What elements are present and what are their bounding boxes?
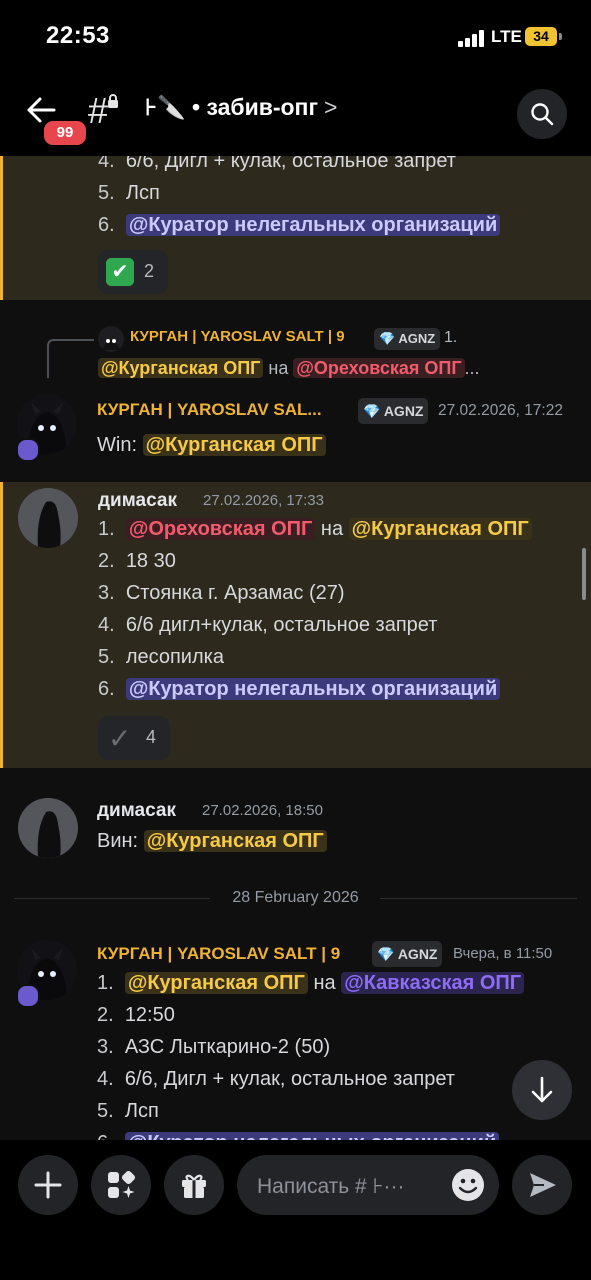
lock-icon	[107, 94, 119, 111]
reaction-count: 4	[146, 727, 157, 747]
reply-avatar	[98, 326, 124, 352]
list-item: 1. @Ореховская ОПГ на @Курганская ОПГ	[98, 518, 532, 541]
list-item: 3. Стоянка г. Арзамас (27)	[98, 582, 345, 604]
avatar-decoration-icon	[16, 438, 40, 462]
message-author[interactable]: КУРГАН | YAROSLAV SAL...	[97, 400, 322, 420]
role-mention[interactable]: @Ореховская ОПГ	[125, 518, 316, 540]
message-content: Вин: @Курганская ОПГ	[97, 830, 327, 853]
list-item: 6. @Куратор нелегальных организаций	[98, 214, 501, 237]
message-timestamp: 27.02.2026, 17:22	[438, 402, 563, 419]
signal-icon	[458, 30, 486, 47]
battery-tip	[559, 33, 562, 40]
role-badge: 💎 AGNZ	[374, 328, 441, 350]
list-item: 5. Лсп	[98, 182, 160, 204]
network-label: LTE	[491, 27, 522, 46]
message-timestamp: 27.02.2026, 18:50	[202, 802, 323, 819]
avatar[interactable]	[18, 798, 78, 858]
gift-button[interactable]	[164, 1155, 224, 1215]
role-mention[interactable]: @Курганская ОПГ	[143, 830, 327, 852]
role-mention[interactable]: @Курганская ОПГ	[348, 518, 532, 540]
list-item: 2. 12:50	[97, 1004, 175, 1026]
message[interactable]: КУРГАН | YAROSLAV SALT | 9 💎 AGNZ 1. @Ку…	[0, 320, 591, 470]
channel-header: 99 # ⊦🔪 • забив-опг >	[0, 76, 591, 156]
reply-preview[interactable]: @Курганская ОПГ на @Ореховская ОПГ...	[98, 358, 480, 379]
apps-button[interactable]	[91, 1155, 151, 1215]
list-item: 5. Лсп	[97, 1100, 159, 1122]
message-highlighted[interactable]: димасак 27.02.2026, 17:33 1. @Ореховская…	[0, 482, 591, 768]
reply-preview-start: 1.	[444, 329, 458, 346]
plus-icon	[34, 1171, 62, 1199]
message-composer: Написать # ⊦···	[0, 1140, 591, 1280]
checkmark-emoji-icon: ✔	[106, 258, 134, 286]
role-mention[interactable]: @Курганская ОПГ	[124, 972, 308, 994]
status-bar: 22:53 LTE 34	[0, 0, 591, 76]
chevron-right-icon: >	[324, 94, 338, 120]
list-item: 4. 6/6 дигл+кулак, остальное запрет	[98, 614, 438, 636]
reaction-count: 2	[144, 261, 155, 281]
date-divider-line	[380, 898, 577, 899]
checkmark-icon: ✓	[108, 723, 132, 754]
search-icon	[531, 103, 554, 126]
list-item: 4. 6/6, Дигл + кулак, остальное запрет	[97, 1068, 455, 1090]
message-input-placeholder: Написать # ⊦···	[257, 1175, 405, 1198]
role-mention[interactable]: @Курганская ОПГ	[142, 434, 326, 456]
channel-name: ⊦🔪 • забив-опг	[145, 94, 319, 120]
avatar[interactable]	[18, 488, 78, 548]
role-badge: 💎 AGNZ	[358, 398, 429, 424]
reaction-checkmark[interactable]: ✔ 2	[98, 250, 168, 294]
avatar-decoration-icon	[16, 984, 40, 1008]
list-item: 4. 6/6, Дигл + кулак, остальное запрет	[98, 156, 456, 172]
unread-badge: 99	[41, 118, 89, 148]
list-item: 3. АЗС Лыткарино-2 (50)	[97, 1036, 331, 1058]
battery-icon: 34	[525, 27, 557, 46]
status-time: 22:53	[46, 22, 110, 49]
list-item: 2. 18 30	[98, 550, 176, 572]
list-item: 6. @Куратор нелегальных организаций	[97, 1132, 500, 1140]
message[interactable]: КУРГАН | YAROSLAV SALT | 9 💎 AGNZ Вчера,…	[0, 926, 591, 1140]
message-author[interactable]: димасак	[98, 490, 177, 512]
message-author[interactable]: димасак	[97, 800, 176, 822]
message-author[interactable]: КУРГАН | YAROSLAV SALT | 9	[97, 944, 340, 964]
message-content: Win: @Курганская ОПГ	[97, 434, 326, 457]
role-mention[interactable]: @Куратор нелегальных организаций	[125, 678, 501, 700]
role-mention[interactable]: @Куратор нелегальных организаций	[124, 1132, 500, 1140]
list-item: 6. @Куратор нелегальных организаций	[98, 678, 501, 701]
gift-icon	[182, 1174, 206, 1198]
emoji-icon[interactable]	[451, 1168, 485, 1202]
message-highlighted[interactable]: 4. 6/6, Дигл + кулак, остальное запрет 5…	[0, 156, 591, 300]
role-badge: 💎 AGNZ	[372, 941, 443, 967]
message-timestamp: Вчера, в 11:50	[453, 945, 553, 962]
reaction-checkmark[interactable]: ✓ 4	[98, 716, 170, 760]
send-button[interactable]	[512, 1155, 572, 1215]
list-item: 1. @Курганская ОПГ на @Кавказская ОПГ	[97, 972, 525, 995]
search-button[interactable]	[517, 89, 567, 139]
role-mention[interactable]: @Кавказская ОПГ	[341, 972, 525, 994]
channel-hash-lock-icon: #	[88, 90, 109, 131]
message-list[interactable]: 4. 6/6, Дигл + кулак, остальное запрет 5…	[0, 156, 591, 1140]
jump-to-bottom-button[interactable]	[512, 1060, 572, 1120]
send-icon	[530, 1173, 556, 1197]
reply-author[interactable]: КУРГАН | YAROSLAV SALT | 9	[130, 328, 345, 345]
message-timestamp: 27.02.2026, 17:33	[203, 492, 324, 509]
message[interactable]: димасак 27.02.2026, 18:50 Вин: @Курганск…	[0, 786, 591, 866]
reply-connector	[47, 339, 94, 378]
list-item: 5. лесопилка	[98, 646, 224, 668]
message-input[interactable]: Написать # ⊦···	[237, 1155, 499, 1215]
channel-title[interactable]: ⊦🔪 • забив-опг >	[145, 94, 337, 121]
arrow-down-icon	[531, 1076, 553, 1103]
role-mention[interactable]: @Куратор нелегальных организаций	[125, 214, 501, 236]
scrollbar[interactable]	[582, 548, 586, 600]
add-attachment-button[interactable]	[18, 1155, 78, 1215]
apps-icon	[108, 1170, 136, 1198]
